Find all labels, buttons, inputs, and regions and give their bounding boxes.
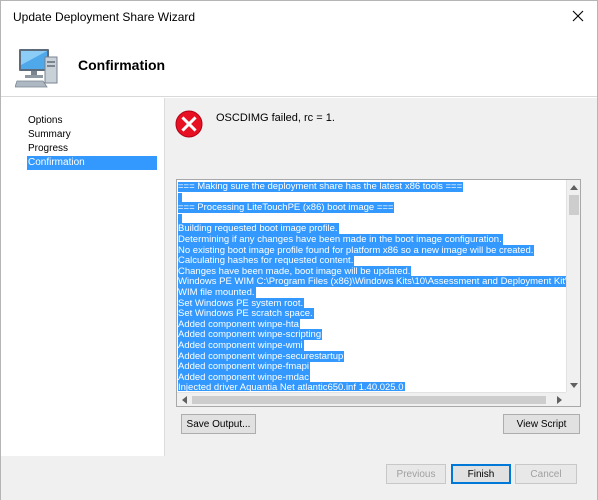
view-script-button[interactable]: View Script: [503, 414, 580, 434]
scroll-left-button[interactable]: [177, 393, 191, 406]
scroll-down-button[interactable]: [567, 378, 580, 392]
window-title: Update Deployment Share Wizard: [13, 10, 196, 24]
step-confirmation[interactable]: Confirmation: [27, 156, 157, 170]
log-line: === Making sure the deployment share has…: [178, 182, 464, 192]
chevron-right-icon: [556, 395, 562, 404]
computer-icon: [15, 49, 58, 88]
title-bar: Update Deployment Share Wizard: [1, 1, 597, 31]
wizard-header: Confirmation: [1, 31, 597, 97]
log-line: === Processing LiteTouchPE (x86) boot im…: [178, 202, 395, 214]
scroll-up-button[interactable]: [567, 180, 580, 194]
vertical-scrollbar[interactable]: [566, 180, 580, 392]
error-icon: [175, 110, 203, 138]
status-message: OSCDIMG failed, rc = 1.: [216, 112, 335, 124]
log-line: WIM file mounted.: [178, 286, 256, 298]
scroll-right-button[interactable]: [552, 393, 566, 406]
log-line: Determining if any changes have been mad…: [178, 233, 503, 245]
step-options[interactable]: Options: [27, 114, 157, 128]
chevron-down-icon: [569, 382, 578, 388]
cancel-button[interactable]: Cancel: [515, 464, 577, 484]
wizard-steps: Options Summary Progress Confirmation: [1, 98, 164, 456]
log-line: Added component winpe-wmi: [178, 339, 304, 351]
close-icon: [572, 10, 584, 22]
previous-button[interactable]: Previous: [386, 464, 446, 484]
page-title: Confirmation: [78, 57, 166, 73]
save-output-button[interactable]: Save Output...: [181, 414, 256, 434]
chevron-up-icon: [569, 184, 578, 190]
horizontal-scrollbar[interactable]: [177, 392, 566, 406]
chevron-left-icon: [181, 395, 187, 404]
wizard-window: Update Deployment Share Wizard Confirmat…: [0, 0, 598, 500]
log-line: Injected driver Aquantia Net atlantic650…: [178, 382, 567, 391]
finish-button[interactable]: Finish: [451, 464, 511, 484]
vertical-scroll-thumb[interactable]: [569, 195, 579, 215]
horizontal-scroll-thumb[interactable]: [192, 396, 546, 404]
close-button[interactable]: [567, 5, 589, 27]
step-progress[interactable]: Progress: [27, 142, 157, 156]
step-summary[interactable]: Summary: [27, 128, 157, 142]
scrollbar-corner: [566, 392, 580, 406]
output-log[interactable]: === Making sure the deployment share has…: [176, 179, 581, 407]
log-lines: === Making sure the deployment share has…: [178, 182, 567, 391]
